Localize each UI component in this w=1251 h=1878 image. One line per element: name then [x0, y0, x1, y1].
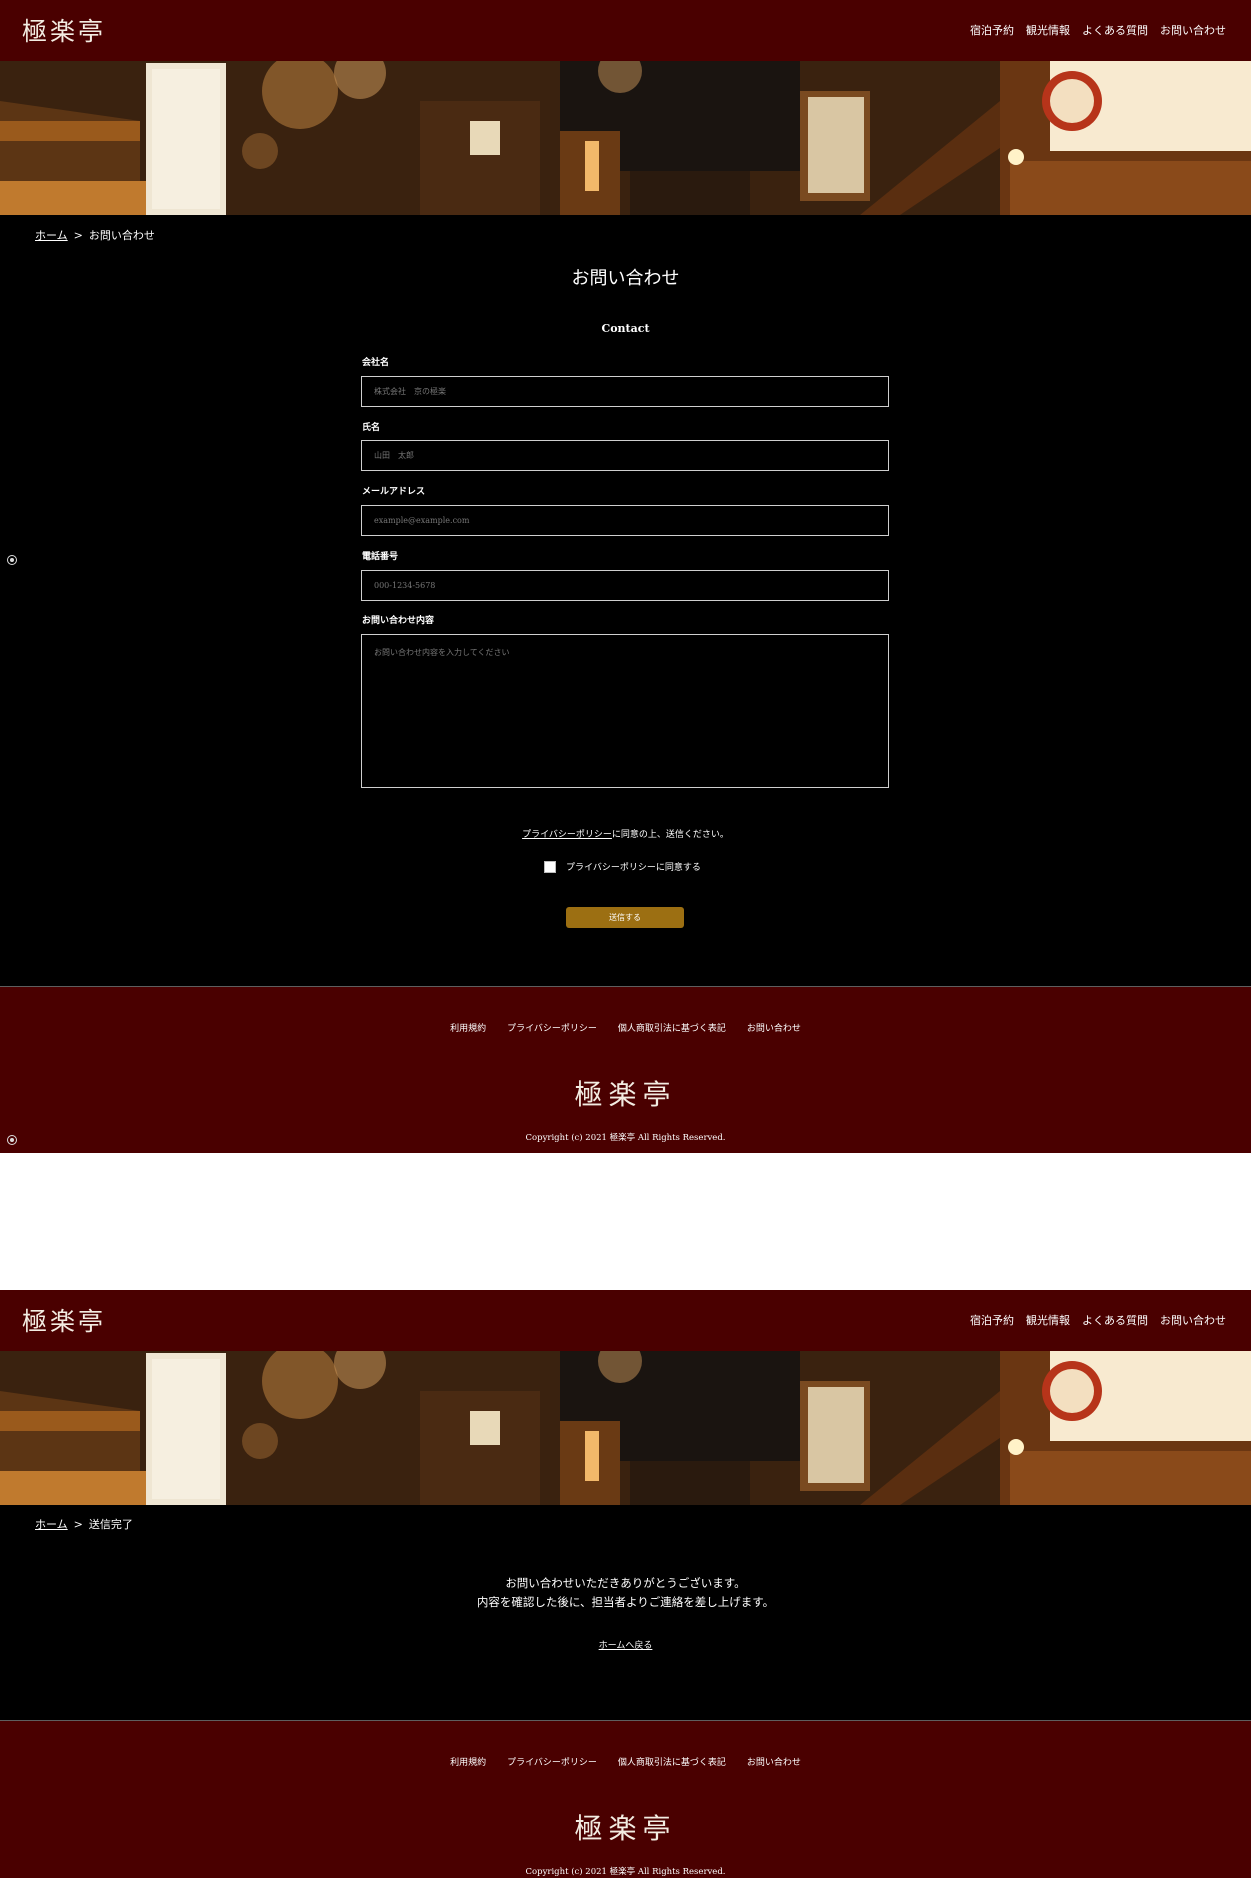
- breadcrumb-current: お問い合わせ: [88, 229, 155, 242]
- hero-night-street-illustration: [0, 1351, 1251, 1505]
- footer-terms-link[interactable]: 利用規約: [450, 1755, 486, 1768]
- site-header: 極楽亭 宿泊予約 観光情報 よくある質問 お問い合わせ: [0, 1290, 1251, 1351]
- page-subtitle: Contact: [601, 322, 650, 335]
- hero-night-street-illustration: [0, 61, 1251, 215]
- contact-page: 極楽亭 宿泊予約 観光情報 よくある質問 お問い合わせ ホーム > お問い合わせ…: [0, 0, 1251, 1153]
- thanks-line-2: 内容を確認した後に、担当者よりご連絡を差し上げます。: [476, 1595, 775, 1609]
- phone-field[interactable]: [361, 570, 889, 601]
- name-label: 氏名: [362, 423, 381, 433]
- consent-suffix: に同意の上、送信ください。: [611, 830, 729, 840]
- radio-dot-icon[interactable]: [7, 1135, 17, 1145]
- radio-dot-icon[interactable]: [7, 555, 17, 565]
- message-label: お問い合わせ内容: [362, 616, 435, 626]
- breadcrumb-home-link[interactable]: ホーム: [35, 229, 68, 242]
- nav-contact[interactable]: お問い合わせ: [1160, 1312, 1226, 1328]
- global-nav: 宿泊予約 観光情報 よくある質問 お問い合わせ: [970, 22, 1226, 38]
- breadcrumb-home-link[interactable]: ホーム: [35, 1518, 68, 1531]
- footer-nav: 利用規約 プライバシーポリシー 個人商取引法に基づく表記 お問い合わせ: [0, 1755, 1251, 1768]
- site-footer: 利用規約 プライバシーポリシー 個人商取引法に基づく表記 お問い合わせ 極楽亭 …: [0, 1720, 1251, 1878]
- footer-contact-link[interactable]: お問い合わせ: [747, 1021, 801, 1034]
- nav-sightseeing[interactable]: 観光情報: [1026, 1312, 1070, 1328]
- thanks-page: 極楽亭 宿泊予約 観光情報 よくある質問 お問い合わせ ホーム > 送信完了 お…: [0, 1290, 1251, 1878]
- footer-logo[interactable]: 極楽亭: [0, 1807, 1251, 1847]
- thanks-line-1: お問い合わせいただきありがとうございます。: [505, 1576, 746, 1590]
- hero-image: [0, 1351, 1251, 1505]
- agree-checkbox[interactable]: [544, 860, 556, 873]
- privacy-policy-link[interactable]: プライバシーポリシー: [522, 830, 612, 840]
- nav-faq[interactable]: よくある質問: [1082, 1312, 1148, 1328]
- nav-faq[interactable]: よくある質問: [1082, 22, 1148, 38]
- thanks-message: お問い合わせいただきありがとうございます。 内容を確認した後に、担当者よりご連絡…: [0, 1574, 1251, 1612]
- site-header: 極楽亭 宿泊予約 観光情報 よくある質問 お問い合わせ: [0, 0, 1251, 61]
- breadcrumb-current: 送信完了: [88, 1518, 133, 1531]
- breadcrumb: ホーム > お問い合わせ: [35, 227, 155, 243]
- page-title: お問い合わせ: [571, 268, 680, 289]
- nav-reservation[interactable]: 宿泊予約: [970, 22, 1014, 38]
- consent-text: プライバシーポリシーに同意の上、送信ください。: [0, 827, 1251, 840]
- company-label: 会社名: [362, 358, 390, 368]
- breadcrumb: ホーム > 送信完了: [35, 1516, 133, 1532]
- site-footer: 利用規約 プライバシーポリシー 個人商取引法に基づく表記 お問い合わせ 極楽亭 …: [0, 986, 1251, 1153]
- footer-terms-link[interactable]: 利用規約: [450, 1021, 486, 1034]
- footer-legal-link[interactable]: 個人商取引法に基づく表記: [618, 1755, 726, 1768]
- footer-privacy-link[interactable]: プライバシーポリシー: [507, 1021, 597, 1034]
- footer-contact-link[interactable]: お問い合わせ: [747, 1755, 801, 1768]
- footer-logo[interactable]: 極楽亭: [0, 1073, 1251, 1113]
- site-logo[interactable]: 極楽亭: [22, 1302, 106, 1338]
- footer-nav: 利用規約 プライバシーポリシー 個人商取引法に基づく表記 お問い合わせ: [0, 1021, 1251, 1034]
- site-logo[interactable]: 極楽亭: [22, 12, 106, 48]
- submit-button[interactable]: 送信する: [566, 907, 684, 928]
- footer-legal-link[interactable]: 個人商取引法に基づく表記: [618, 1021, 726, 1034]
- footer-privacy-link[interactable]: プライバシーポリシー: [507, 1755, 597, 1768]
- phone-label: 電話番号: [362, 552, 399, 562]
- agree-label[interactable]: プライバシーポリシーに同意する: [566, 860, 701, 873]
- home-link-wrap: ホームへ戻る: [0, 1638, 1251, 1651]
- email-field[interactable]: [361, 505, 889, 536]
- company-field[interactable]: [361, 376, 889, 407]
- agree-row: プライバシーポリシーに同意する: [544, 860, 701, 873]
- back-home-link[interactable]: ホームへ戻る: [599, 1641, 653, 1651]
- nav-reservation[interactable]: 宿泊予約: [970, 1312, 1014, 1328]
- global-nav: 宿泊予約 観光情報 よくある質問 お問い合わせ: [970, 1312, 1226, 1328]
- hero-image: [0, 61, 1251, 215]
- copyright: Copyright (c) 2021 極楽亭 All Rights Reserv…: [525, 1133, 726, 1143]
- message-textarea[interactable]: [361, 634, 889, 788]
- email-label: メールアドレス: [362, 487, 426, 497]
- nav-sightseeing[interactable]: 観光情報: [1026, 22, 1070, 38]
- nav-contact[interactable]: お問い合わせ: [1160, 22, 1226, 38]
- breadcrumb-separator: >: [73, 1518, 83, 1531]
- breadcrumb-separator: >: [73, 229, 83, 242]
- name-field[interactable]: [361, 440, 889, 471]
- copyright: Copyright (c) 2021 極楽亭 All Rights Reserv…: [525, 1867, 726, 1877]
